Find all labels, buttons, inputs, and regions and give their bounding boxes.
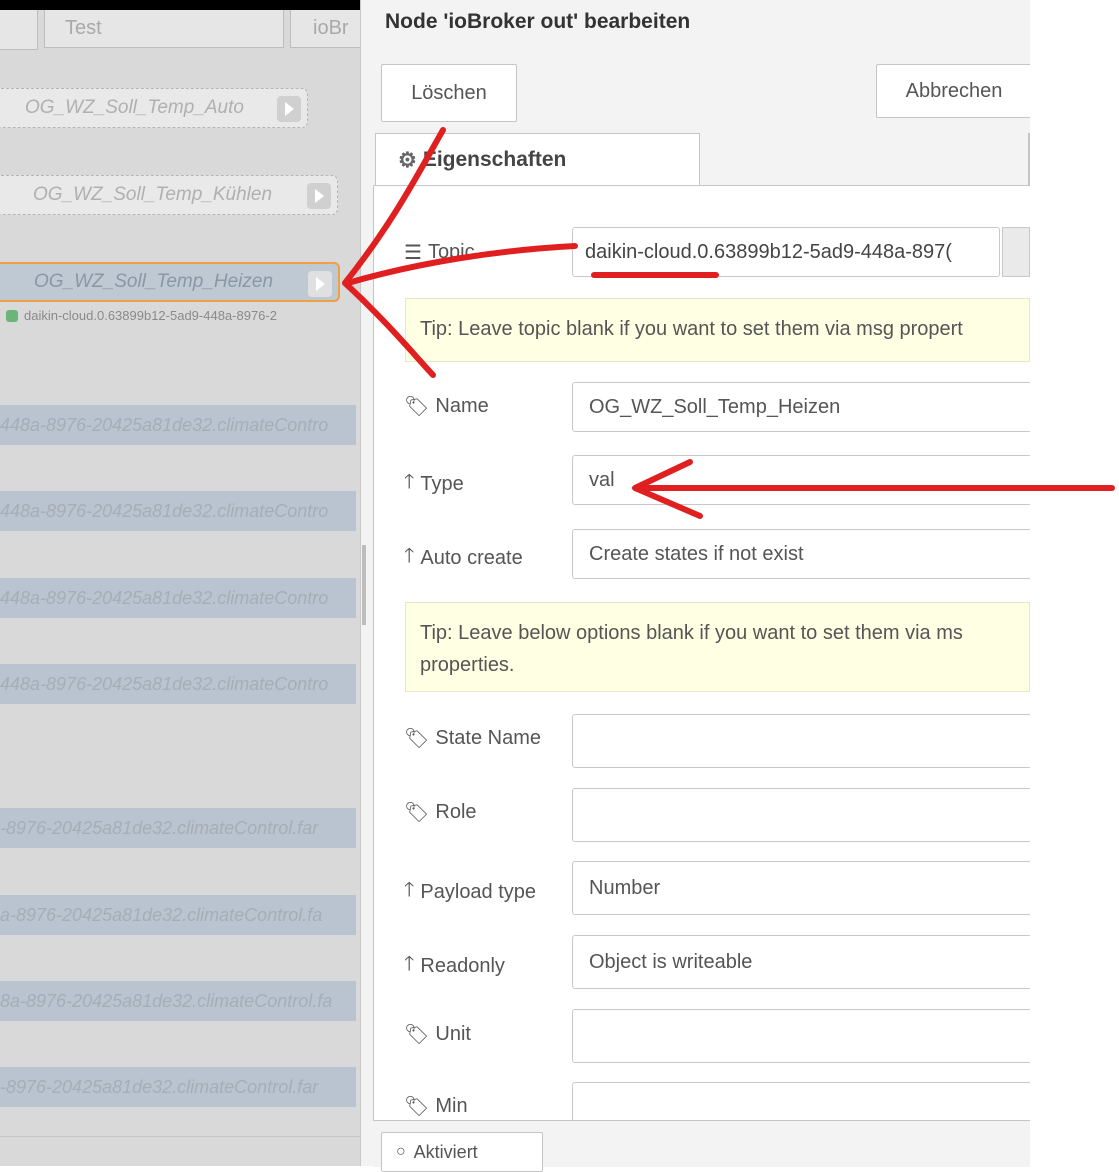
annotation-arrow-to-node — [342, 127, 446, 378]
annotation-overlay — [342, 127, 1115, 519]
annotation-arrow-stroke — [345, 243, 578, 286]
